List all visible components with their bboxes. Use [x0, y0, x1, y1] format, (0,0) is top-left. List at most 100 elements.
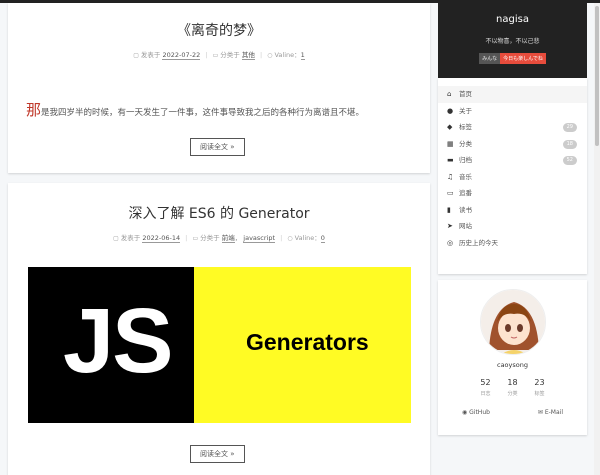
- menu-item-home[interactable]: ⌂ 首页: [438, 86, 587, 103]
- site-tag: みんな: [479, 53, 501, 64]
- comments-label: Valine：: [294, 234, 321, 242]
- stat-categories[interactable]: 18 分类: [499, 378, 526, 397]
- comment-count[interactable]: 1: [300, 51, 305, 60]
- menu-item-archives[interactable]: ▬ 归档 52: [438, 152, 587, 169]
- calendar-icon: ▢: [113, 235, 119, 242]
- category-link[interactable]: 前端: [221, 234, 235, 243]
- stat-posts[interactable]: 52 日志: [472, 378, 499, 397]
- music-icon: ♫: [447, 172, 454, 181]
- menu-label: 归档: [459, 156, 472, 164]
- email-icon: ✉: [537, 409, 543, 416]
- site-tag: 今日も楽しんでね: [500, 53, 546, 64]
- link-label: GitHub: [469, 409, 490, 416]
- menu-label: 网站: [459, 222, 472, 230]
- js-logo-text: JS: [63, 290, 174, 392]
- send-icon: ➤: [447, 222, 453, 230]
- email-link[interactable]: ✉ E-Mail: [538, 409, 563, 416]
- drop-cap: 那: [26, 101, 42, 119]
- avatar-illustration: [480, 290, 545, 354]
- category-label: 分类于: [220, 51, 240, 59]
- post-excerpt: 那是我四岁半的时候，有一天发生了一件事，这件事导致我之后的各种行为离谱且不堪。: [8, 59, 430, 120]
- stat-label: 分类: [507, 391, 518, 397]
- author-name: caoysong: [497, 361, 528, 369]
- site-brand: nagisa 不以物喜，不以己悲 みんな 今日も楽しんでね: [438, 3, 587, 78]
- page-scrollbar[interactable]: [594, 3, 600, 475]
- github-icon: ◉: [461, 409, 468, 416]
- category-label: 分类于: [200, 234, 220, 242]
- folder-icon: ▭: [212, 52, 219, 59]
- count-badge: 52: [562, 156, 577, 165]
- home-icon: ⌂: [447, 90, 452, 98]
- tag-icon: ◆: [447, 123, 453, 131]
- site-tags: みんな 今日も楽しんでね: [438, 53, 587, 64]
- count-badge: 29: [562, 123, 577, 132]
- menu-label: 历史上的今天: [459, 238, 498, 247]
- author-stats: 52 日志 18 分类 23 标签: [438, 378, 587, 397]
- post-meta: ▢ 发表于 2022-06-14 | ▭ 分类于 前端， javascript | …: [113, 234, 325, 243]
- menu-item-tags[interactable]: ◆ 标签 29: [438, 119, 587, 136]
- read-more-button[interactable]: 阅读全文 »: [190, 138, 245, 156]
- posted-label: 发表于: [120, 234, 141, 242]
- menu-label: 分类: [459, 139, 472, 148]
- site-subtitle: 不以物喜，不以己悲: [485, 38, 540, 45]
- category-link[interactable]: javascript: [243, 234, 276, 243]
- stat-tags[interactable]: 23 标签: [526, 378, 553, 397]
- menu-item-history[interactable]: ◎ 历史上的今天: [438, 235, 587, 252]
- sidebar-menu: ⌂ 首页 ● 关于 ◆ 标签 29 ▦ 分类 18 ▬ 归档 52 ♫ 音乐 ▭ 追番 ▮ 读书 ➤ 网…: [438, 78, 587, 274]
- folder-icon: ▭: [192, 235, 199, 242]
- divider: |: [205, 51, 208, 59]
- menu-label: 标签: [459, 123, 472, 131]
- archive-icon: ▬: [447, 156, 454, 164]
- post-title[interactable]: 深入了解 ES6 的 Generator: [8, 183, 430, 223]
- comments-label: Valine：: [274, 51, 301, 59]
- post-meta: ▢ 发表于 2022-07-22 | ▭ 分类于 其他 | ○ Valine：1: [8, 49, 430, 60]
- history-icon: ◎: [447, 238, 454, 247]
- post-card: 《离奇的梦》 ▢ 发表于 2022-07-22 | ▭ 分类于 其他 | ○ Vali…: [8, 3, 430, 173]
- menu-item-books[interactable]: ▮ 读书: [438, 202, 587, 219]
- menu-item-anime[interactable]: ▭ 追番: [438, 185, 587, 202]
- sidebar: nagisa 不以物喜，不以己悲 みんな 今日も楽しんでね ⌂ 首页 ● 关于 ◆ 标签…: [438, 3, 587, 435]
- comment-icon: ○: [267, 52, 273, 59]
- stat-label: 日志: [480, 391, 491, 397]
- count-badge: 18: [562, 139, 577, 149]
- comment-count[interactable]: 0: [320, 234, 325, 243]
- author-profile: caoysong 52 日志 18 分类 23 标签 ◉ GitHub ✉ E-Mai…: [438, 280, 587, 435]
- post-banner-image[interactable]: JS Generators: [28, 267, 411, 423]
- menu-label: 首页: [459, 90, 472, 98]
- category-link[interactable]: 其他: [241, 51, 255, 60]
- menu-item-sites[interactable]: ➤ 网站: [438, 218, 587, 235]
- banner-title-panel: Generators: [194, 267, 411, 423]
- banner-title-text: Generators: [246, 329, 369, 355]
- social-links: ◉ GitHub ✉ E-Mail: [438, 409, 587, 416]
- menu-label: 读书: [459, 205, 472, 214]
- scrollbar-thumb[interactable]: [595, 6, 599, 146]
- menu-label: 关于: [459, 106, 472, 115]
- site-name[interactable]: nagisa: [438, 3, 587, 25]
- menu-item-categories[interactable]: ▦ 分类 18: [438, 136, 587, 153]
- stat-number: 52: [480, 378, 491, 387]
- stat-number: 23: [534, 378, 545, 387]
- grid-icon: ▦: [447, 139, 454, 148]
- comment-icon: ○: [287, 235, 293, 242]
- menu-label: 追番: [459, 189, 472, 197]
- stat-number: 18: [507, 378, 518, 387]
- menu-item-about[interactable]: ● 关于: [438, 103, 587, 120]
- book-icon: ▮: [447, 205, 451, 214]
- main-content: 《离奇的梦》 ▢ 发表于 2022-07-22 | ▭ 分类于 其他 | ○ Vali…: [8, 3, 430, 475]
- divider: |: [259, 51, 263, 59]
- avatar[interactable]: [479, 289, 546, 355]
- divider: |: [280, 234, 283, 242]
- read-more-button[interactable]: 阅读全文 »: [190, 445, 245, 463]
- post-card: 深入了解 ES6 的 Generator ▢ 发表于 2022-06-14 | ▭…: [8, 183, 430, 475]
- post-date: 2022-07-22: [162, 51, 201, 60]
- monitor-icon: ▭: [447, 189, 454, 197]
- excerpt-text: 是我四岁半的时候，有一天发生了一件事，这件事导致我之后的各种行为离谱且不堪。: [41, 108, 365, 118]
- link-label: E-Mail: [544, 409, 563, 416]
- js-logo: JS: [28, 267, 194, 423]
- post-title[interactable]: 《离奇的梦》: [8, 3, 430, 40]
- github-link[interactable]: ◉ GitHub: [462, 409, 490, 416]
- user-icon: ●: [447, 106, 454, 115]
- calendar-icon: ▢: [133, 52, 139, 59]
- menu-item-music[interactable]: ♫ 音乐: [438, 169, 587, 186]
- stat-label: 标签: [534, 391, 545, 397]
